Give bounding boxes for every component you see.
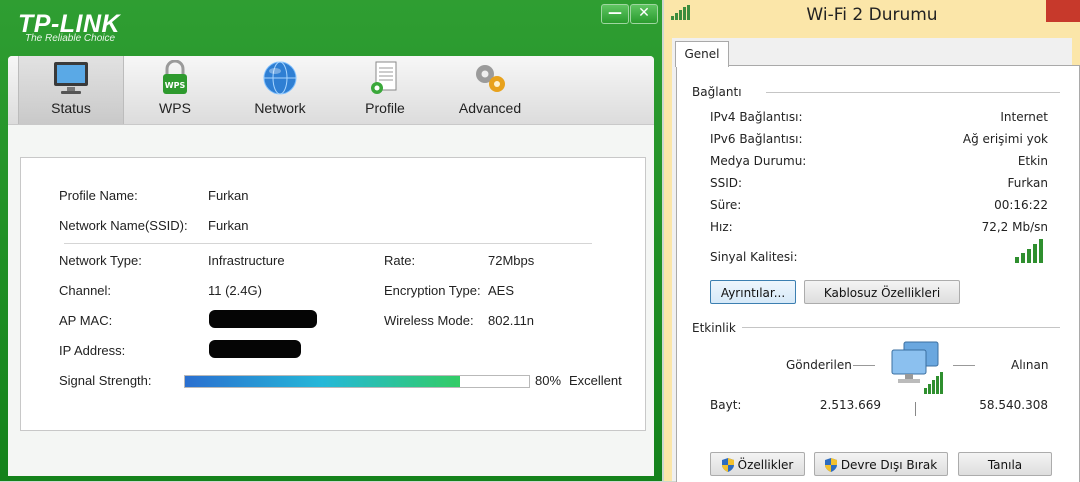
tab-wps[interactable]: WPS WPS <box>123 56 227 124</box>
encryption-label: Encryption Type: <box>384 283 481 298</box>
uac-shield-icon <box>721 458 734 472</box>
profile-doc-icon <box>371 61 397 94</box>
properties-button[interactable]: Özellikler <box>710 452 805 476</box>
connection-divider <box>766 92 1060 93</box>
profile-name-value: Furkan <box>208 188 249 203</box>
ssid-value: Furkan <box>208 218 249 233</box>
speed-value: 72,2 Mb/sn <box>981 220 1048 234</box>
ip-address-redacted <box>209 340 301 358</box>
ap-mac-redacted <box>209 310 317 328</box>
tab-page-genel <box>676 65 1080 482</box>
channel-label: Channel: <box>59 283 112 298</box>
bytes-sent-value: 2.513.669 <box>819 398 881 412</box>
network-type-label: Network Type: <box>59 253 142 268</box>
ipv4-label: IPv4 Bağlantısı: <box>710 110 803 124</box>
ip-address-label: IP Address: <box>59 343 126 358</box>
ipv6-value: Ağ erişimi yok <box>962 132 1048 146</box>
activity-header: Etkinlik <box>692 321 736 335</box>
ssid-label: Network Name(SSID): <box>59 218 188 233</box>
network-computers-icon <box>891 341 943 394</box>
duration-label: Süre: <box>710 198 742 212</box>
speed-label: Hız: <box>710 220 733 234</box>
connection-header: Bağlantı <box>692 85 742 99</box>
signal-quality-label: Sinyal Kalitesi: <box>710 250 798 264</box>
ssid-row-value: Furkan <box>1007 176 1048 190</box>
minimize-button[interactable]: — <box>601 4 629 24</box>
activity-divider <box>742 327 1060 328</box>
wireless-properties-button[interactable]: Kablosuz Özellikleri <box>804 280 960 304</box>
bytes-separator <box>915 402 916 416</box>
ipv4-value: Internet <box>1000 110 1048 124</box>
received-line <box>953 365 975 366</box>
signal-percent: 80% <box>535 373 562 388</box>
media-status-label: Medya Durumu: <box>710 154 807 168</box>
ap-mac-label: AP MAC: <box>59 313 113 328</box>
tab-genel[interactable]: Genel <box>675 41 729 67</box>
diagnose-button[interactable]: Tanıla <box>958 452 1052 476</box>
dialog-close-button[interactable] <box>1046 0 1080 22</box>
disable-button[interactable]: Devre Dışı Bırak <box>814 452 948 476</box>
ssid-row-label: SSID: <box>710 176 743 190</box>
sent-line <box>853 365 875 366</box>
uac-shield-icon <box>824 458 837 472</box>
disable-button-label: Devre Dışı Bırak <box>840 458 938 472</box>
channel-value: 11 (2.4G) <box>208 283 262 298</box>
network-type-value: Infrastructure <box>208 253 285 268</box>
tab-wps-label: WPS <box>159 100 191 116</box>
tab-network-label: Network <box>254 100 306 116</box>
gears-icon <box>476 65 505 92</box>
close-button[interactable]: ✕ <box>630 4 658 24</box>
wireless-mode-value: 802.11n <box>488 313 535 328</box>
rate-value: 72Mbps <box>488 253 535 268</box>
tab-network[interactable]: Network <box>228 56 332 124</box>
bytes-label: Bayt: <box>710 398 742 412</box>
wireless-mode-label: Wireless Mode: <box>384 313 474 328</box>
dialog-title: Wi-Fi 2 Durumu <box>806 5 938 25</box>
tplink-tagline: The Reliable Choice <box>25 33 116 44</box>
ipv6-label: IPv6 Bağlantısı: <box>710 132 803 146</box>
tab-profile[interactable]: Profile <box>333 56 437 124</box>
media-status-value: Etkin <box>1017 154 1048 168</box>
details-button[interactable]: Ayrıntılar... <box>710 280 796 304</box>
signal-quality: Excellent <box>569 373 622 388</box>
encryption-value: AES <box>488 283 515 298</box>
tab-advanced[interactable]: Advanced <box>438 56 542 124</box>
svg-text:WPS: WPS <box>165 81 186 90</box>
profile-name-label: Profile Name: <box>59 188 138 203</box>
divider <box>64 243 592 244</box>
signal-strength-fill <box>185 376 461 387</box>
globe-icon <box>263 61 297 95</box>
tab-profile-label: Profile <box>365 100 405 116</box>
tab-status[interactable]: Status <box>18 56 124 124</box>
properties-button-label: Özellikler <box>737 458 794 472</box>
duration-value: 00:16:22 <box>994 198 1048 212</box>
bytes-received-value: 58.540.308 <box>979 398 1048 412</box>
received-label: Alınan <box>1011 358 1049 372</box>
sent-label: Gönderilen <box>786 358 852 372</box>
tab-advanced-label: Advanced <box>458 100 522 116</box>
monitor-icon <box>54 62 88 94</box>
signal-quality-bars-icon <box>1015 239 1043 263</box>
signal-strength-bar <box>184 375 530 388</box>
rate-label: Rate: <box>384 253 416 268</box>
wps-lock-icon: WPS <box>163 60 187 94</box>
signal-strength-label: Signal Strength: <box>59 373 152 388</box>
tab-status-label: Status <box>51 100 91 116</box>
